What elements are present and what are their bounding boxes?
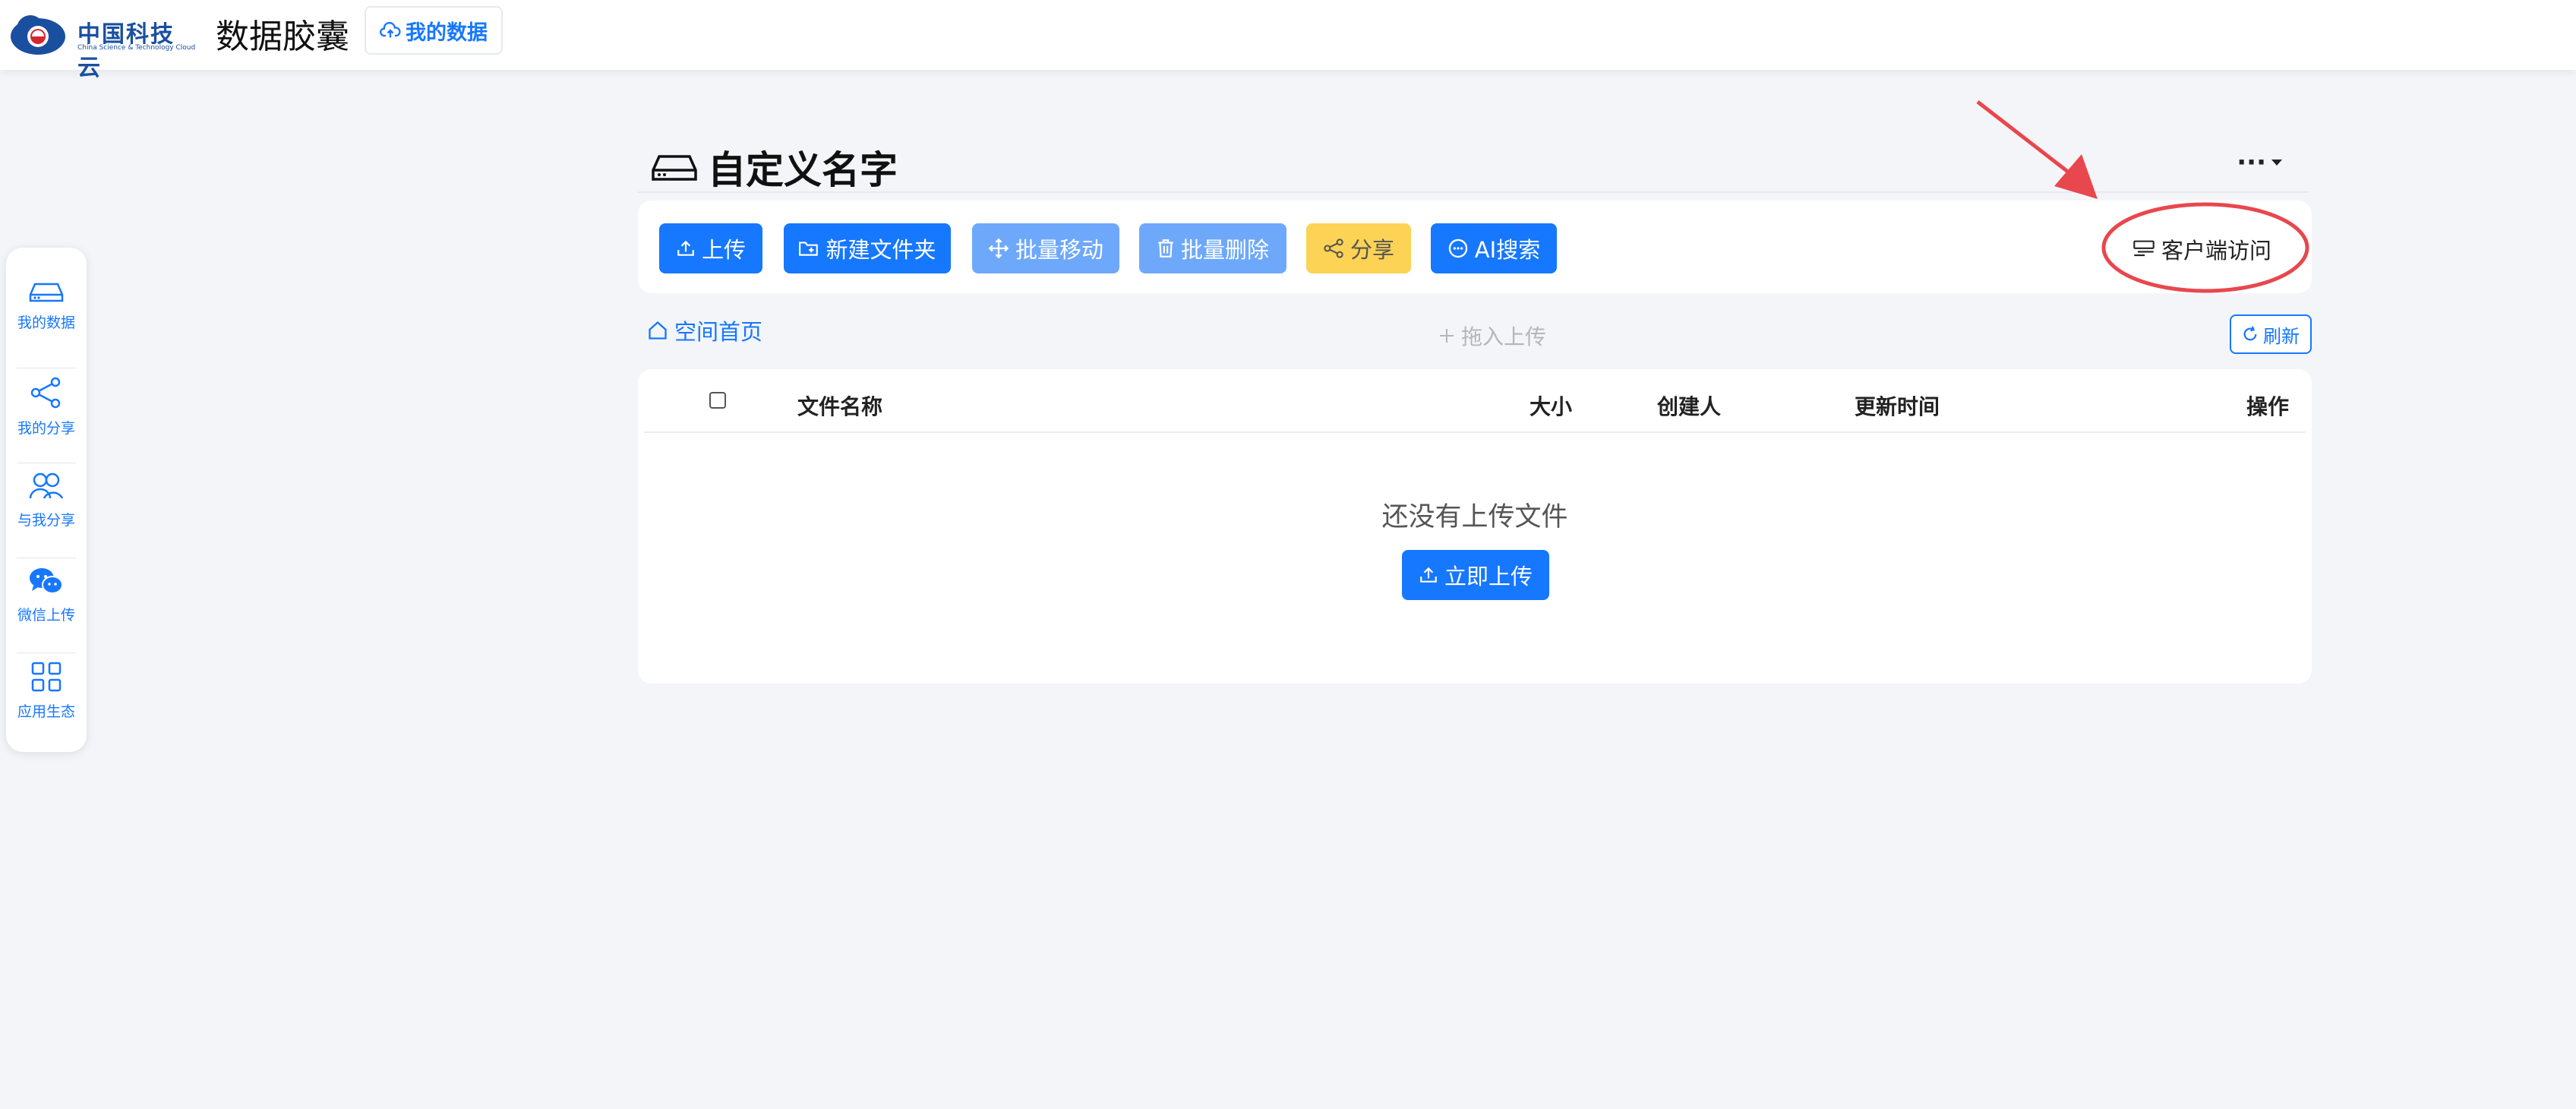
plus-icon: [1440, 329, 1454, 343]
file-table: 文件名称 大小 创建人 更新时间 操作 还没有上传文件 立即上传: [638, 369, 2312, 684]
client-access-button[interactable]: 客户端访问: [2132, 232, 2271, 266]
drag-upload-zone[interactable]: 拖入上传: [1438, 321, 1546, 351]
table-header: 文件名称 大小 创建人 更新时间 操作: [644, 369, 2306, 433]
users-icon: [29, 472, 64, 499]
batch-delete-button[interactable]: 批量删除: [1139, 223, 1286, 273]
column-header-size[interactable]: 大小: [1530, 390, 1572, 421]
sidebar-item-label: 我的分享: [17, 420, 75, 437]
upload-button[interactable]: 上传: [659, 223, 762, 273]
new-folder-button[interactable]: 新建文件夹: [784, 223, 951, 273]
upload-icon: [1420, 567, 1437, 583]
drag-upload-label: 拖入上传: [1461, 324, 1547, 349]
nav-tab-my-data[interactable]: 我的数据: [365, 6, 503, 55]
sidebar-divider: [17, 652, 76, 653]
sidebar-item-shared-with-me[interactable]: 与我分享: [6, 468, 87, 561]
app-title: 数据胶囊: [216, 17, 349, 56]
page-title: 自定义名字: [652, 140, 898, 194]
batch-delete-button-label: 批量删除: [1180, 237, 1269, 263]
refresh-button[interactable]: 刷新: [2230, 314, 2312, 354]
upload-now-button[interactable]: 立即上传: [1402, 550, 1549, 600]
upload-button-label: 上传: [701, 237, 746, 263]
select-all-checkbox[interactable]: [709, 392, 726, 409]
left-sidebar: 我的数据 我的分享 与我分享 微信上传 应用生态: [6, 248, 87, 752]
nav-tab-label: 我的数据: [406, 21, 488, 45]
sidebar-item-app-ecosystem[interactable]: 应用生态: [6, 658, 87, 750]
batch-move-button[interactable]: 批量移动: [972, 223, 1119, 273]
client-access-label: 客户端访问: [2161, 238, 2272, 264]
sidebar-item-label: 与我分享: [17, 512, 75, 529]
home-icon: [649, 321, 667, 340]
drive-icon: [652, 155, 697, 181]
caret-down-icon: [2271, 160, 2282, 166]
share-button-label: 分享: [1350, 237, 1394, 263]
column-header-filename[interactable]: 文件名称: [797, 390, 882, 421]
sidebar-item-my-shares[interactable]: 我的分享: [6, 373, 87, 466]
page-title-text: 自定义名字: [708, 148, 898, 192]
top-header: 中国科技云 China Science & Technology Cloud 数…: [0, 0, 2576, 81]
breadcrumb-home[interactable]: 空间首页: [647, 314, 762, 346]
drive-icon: [29, 283, 64, 302]
share-icon: [30, 377, 61, 409]
sidebar-item-my-data[interactable]: 我的数据: [6, 278, 87, 371]
new-folder-button-label: 新建文件夹: [826, 237, 936, 263]
breadcrumb-row: 空间首页 拖入上传 刷新: [638, 311, 2312, 357]
share-button[interactable]: 分享: [1306, 223, 1411, 273]
breadcrumb-home-label: 空间首页: [674, 319, 763, 345]
page-header: 自定义名字 ···: [638, 140, 2309, 193]
sidebar-item-wechat-upload[interactable]: 微信上传: [6, 563, 87, 656]
sidebar-item-label: 微信上传: [17, 607, 75, 624]
cstcloud-logo[interactable]: 中国科技云 China Science & Technology Cloud: [8, 8, 197, 81]
more-icon: ···: [2237, 147, 2266, 178]
refresh-label: 刷新: [2263, 325, 2300, 347]
apps-grid-icon: [31, 662, 62, 692]
toolbar: 上传 新建文件夹 批量移动 批量删除 分享 AI搜索 客户端访问: [638, 201, 2312, 293]
logo-english-text: China Science & Technology Cloud: [77, 44, 196, 52]
more-menu-dropdown[interactable]: ···: [2237, 147, 2283, 178]
batch-move-button-label: 批量移动: [1015, 237, 1103, 263]
refresh-icon: [2243, 326, 2257, 341]
sidebar-item-label: 应用生态: [17, 703, 75, 720]
trash-icon: [1158, 239, 1173, 258]
share-icon: [1324, 239, 1343, 258]
column-header-updated[interactable]: 更新时间: [1855, 390, 1940, 421]
sidebar-item-label: 我的数据: [17, 314, 75, 331]
upload-icon: [677, 240, 694, 256]
column-header-actions: 操作: [2246, 394, 2290, 419]
cloud-upload-icon: [380, 21, 401, 38]
server-link-icon: [2133, 240, 2155, 257]
wechat-icon: [30, 568, 63, 594]
cloud-logo-icon: [11, 15, 65, 55]
chat-bubble-icon: [1448, 239, 1468, 258]
empty-state-text: 还没有上传文件: [1381, 502, 1568, 532]
ai-search-button-label: AI搜索: [1474, 237, 1541, 263]
column-header-creator[interactable]: 创建人: [1657, 390, 1721, 421]
upload-now-label: 立即上传: [1444, 564, 1533, 589]
move-arrows-icon: [988, 238, 1009, 259]
ai-search-button[interactable]: AI搜索: [1431, 223, 1557, 273]
folder-add-icon: [799, 242, 819, 256]
